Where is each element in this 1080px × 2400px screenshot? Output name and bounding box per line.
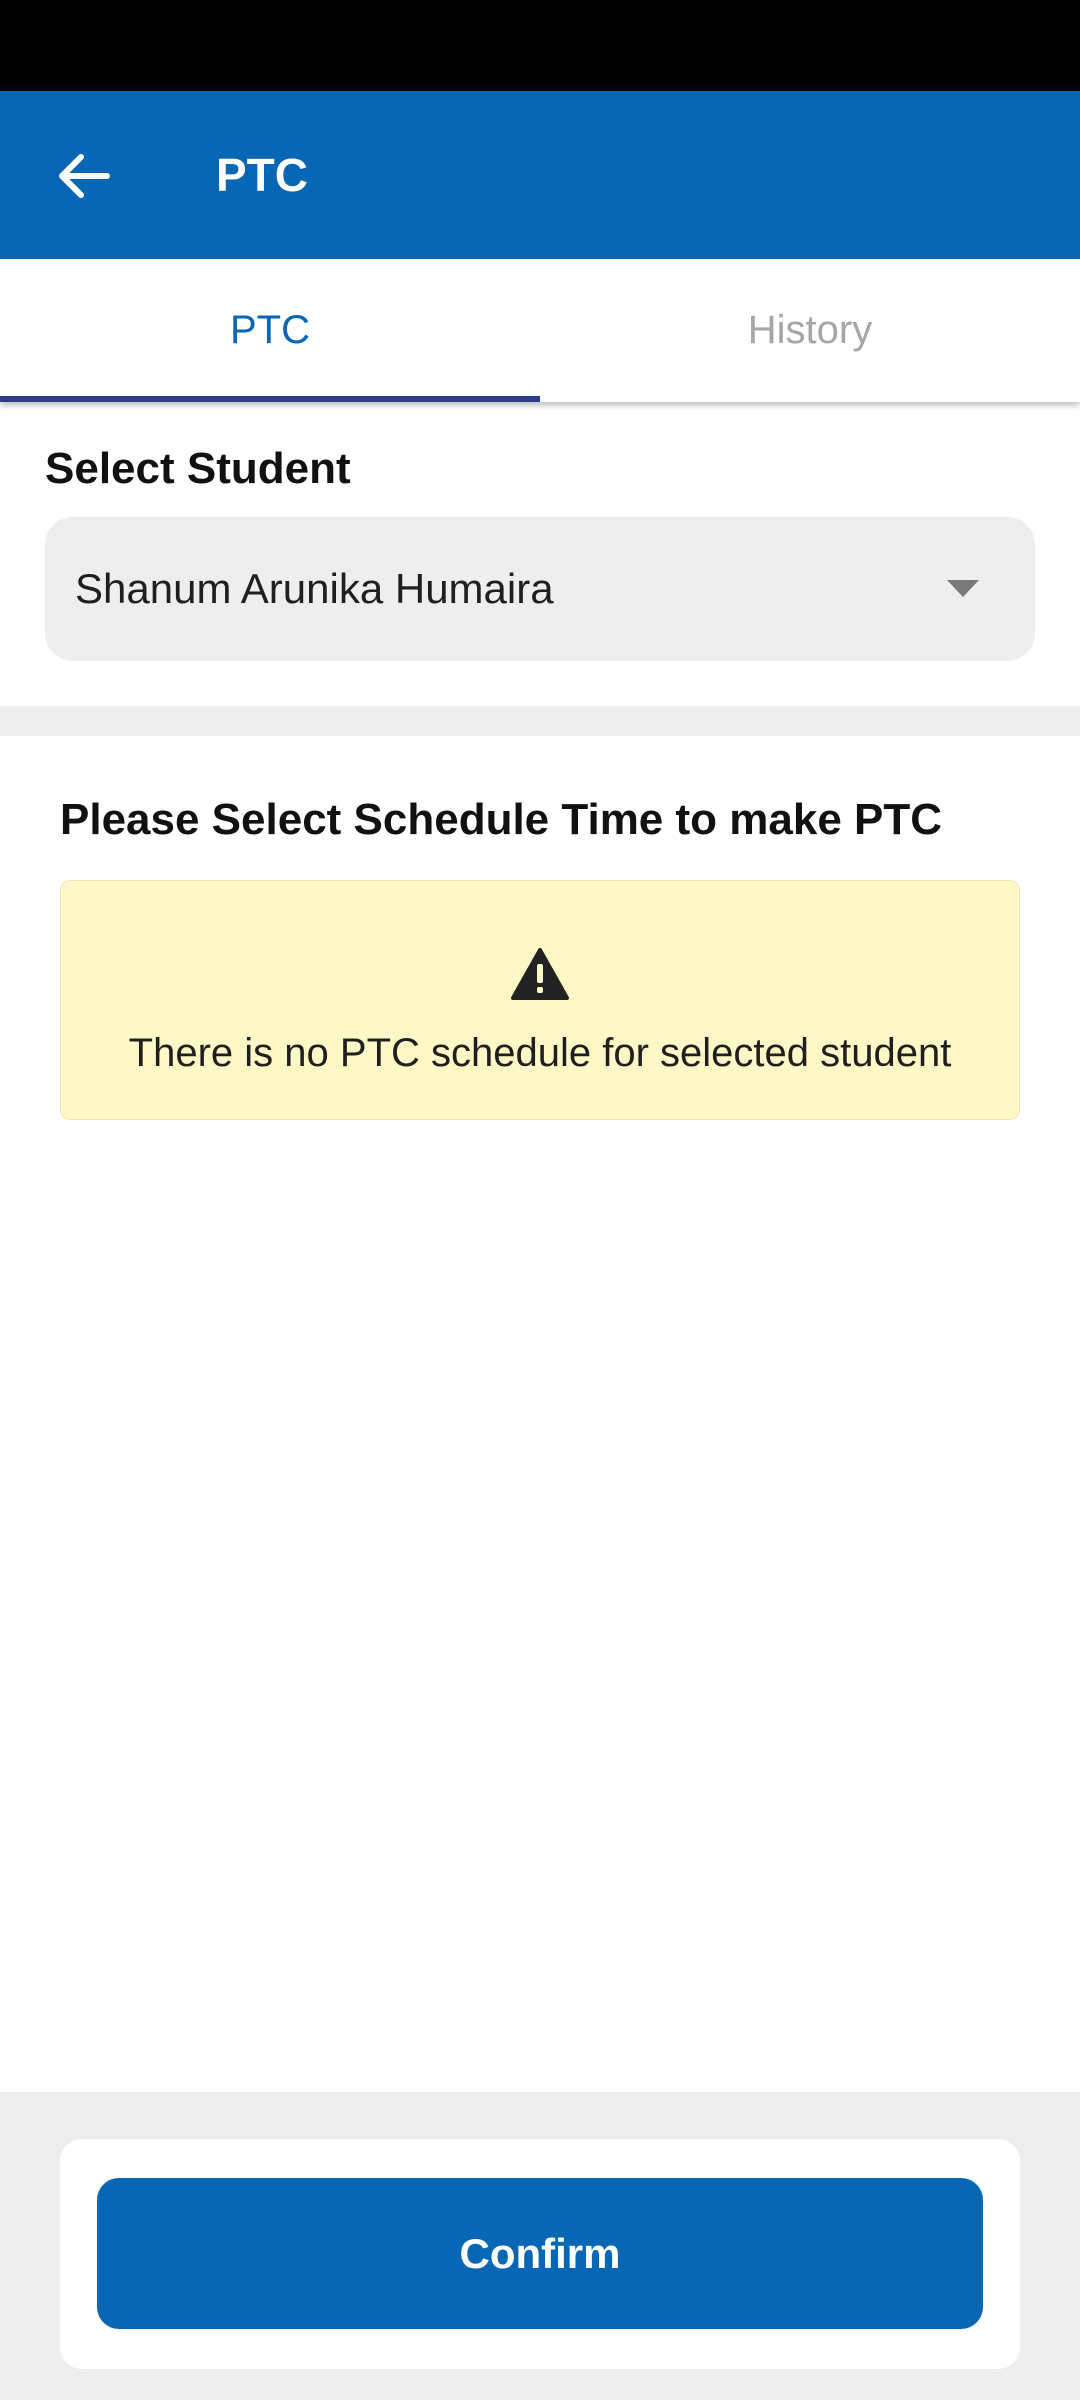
student-dropdown[interactable]: Shanum Arunika Humaira — [45, 517, 1035, 661]
no-schedule-alert: There is no PTC schedule for selected st… — [60, 880, 1020, 1120]
app-bar: PTC — [0, 91, 1080, 259]
section-divider — [0, 706, 1080, 736]
active-tab-indicator — [0, 396, 540, 402]
warning-triangle-icon — [511, 948, 569, 1000]
tab-bar: PTC History — [0, 259, 1080, 402]
back-button[interactable] — [40, 133, 126, 219]
arrow-left-icon — [59, 154, 110, 198]
confirm-button[interactable]: Confirm — [97, 2178, 983, 2329]
selected-student-value: Shanum Arunika Humaira — [75, 565, 554, 612]
ptc-screen: PTC PTC History Select Student Shanum Ar… — [0, 0, 1080, 2400]
caret-down-icon — [947, 580, 979, 597]
status-bar — [0, 0, 1080, 91]
empty-schedule-message: There is no PTC schedule for selected st… — [128, 1031, 952, 1075]
footer-bar: Confirm — [0, 2092, 1080, 2400]
footer-card: Confirm — [60, 2139, 1020, 2369]
schedule-heading: Please Select Schedule Time to make PTC — [60, 795, 943, 844]
tab-history[interactable]: History — [540, 259, 1080, 402]
select-student-label: Select Student — [45, 444, 351, 493]
tab-ptc[interactable]: PTC — [0, 259, 540, 402]
page-title: PTC — [216, 149, 308, 201]
